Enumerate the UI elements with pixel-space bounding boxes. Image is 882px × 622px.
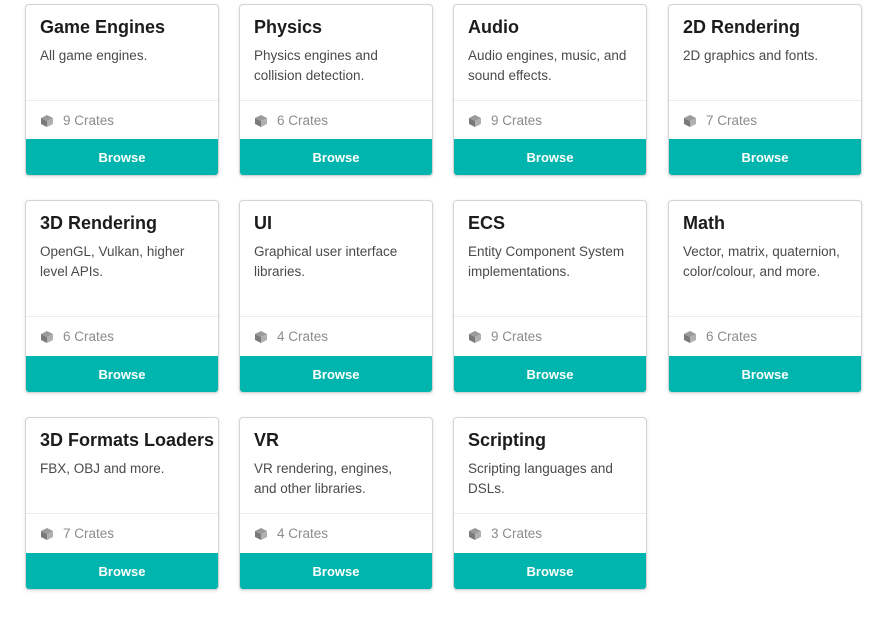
category-title: Math xyxy=(683,213,725,233)
cube-icon xyxy=(683,330,697,344)
cube-icon xyxy=(468,527,482,541)
crate-count: 9 Crates xyxy=(454,316,646,356)
crate-count: 3 Crates xyxy=(454,513,646,553)
cube-icon xyxy=(254,527,268,541)
browse-button[interactable]: Browse xyxy=(240,356,432,392)
browse-button[interactable]: Browse xyxy=(454,139,646,175)
category-description: All game engines. xyxy=(40,48,148,63)
category-title: 3D Rendering xyxy=(40,213,158,233)
browse-button[interactable]: Browse xyxy=(669,356,861,392)
category-description: Scripting languages and DSLs. xyxy=(468,461,613,496)
browse-button[interactable]: Browse xyxy=(669,139,861,175)
crate-count-label: 9 Crates xyxy=(63,113,115,128)
cube-icon xyxy=(40,527,54,541)
category-title: Game Engines xyxy=(40,17,166,37)
cube-icon xyxy=(40,114,54,128)
cube-icon xyxy=(468,330,482,344)
crate-count-label: 7 Crates xyxy=(706,113,758,128)
category-title: VR xyxy=(254,430,280,450)
category-title: Scripting xyxy=(468,430,547,450)
category-description: Vector, matrix, quaternion, color/colour… xyxy=(683,244,840,279)
crate-count-label: 6 Crates xyxy=(277,113,329,128)
crate-count-label: 6 Crates xyxy=(63,329,115,344)
cube-icon xyxy=(254,114,268,128)
category-title: Physics xyxy=(254,17,323,37)
crate-count-label: 7 Crates xyxy=(63,526,115,541)
crate-count: 7 Crates xyxy=(26,513,218,553)
cube-icon xyxy=(468,114,482,128)
crate-count: 6 Crates xyxy=(240,100,432,140)
category-card-vr: VR VR rendering, engines, and other libr… xyxy=(239,417,433,590)
category-description: OpenGL, Vulkan, higher level APIs. xyxy=(40,244,185,279)
category-title: Audio xyxy=(468,17,519,37)
cube-icon xyxy=(40,330,54,344)
category-description: VR rendering, engines, and other librari… xyxy=(254,461,393,496)
crate-count: 9 Crates xyxy=(26,100,218,140)
crate-count-label: 4 Crates xyxy=(277,329,329,344)
category-card-scripting: Scripting Scripting languages and DSLs. … xyxy=(453,417,647,590)
browse-button[interactable]: Browse xyxy=(454,553,646,589)
browse-button[interactable]: Browse xyxy=(240,553,432,589)
cube-icon xyxy=(254,330,268,344)
category-card-audio: Audio Audio engines, music, and sound ef… xyxy=(453,4,647,176)
category-description: Audio engines, music, and sound effects. xyxy=(468,48,627,83)
category-card-math: Math Vector, matrix, quaternion, color/c… xyxy=(668,200,862,393)
category-title: ECS xyxy=(468,213,506,233)
browse-button[interactable]: Browse xyxy=(26,553,218,589)
category-description: Physics engines and collision detection. xyxy=(254,48,378,83)
category-description: FBX, OBJ and more. xyxy=(40,461,165,476)
category-card-physics: Physics Physics engines and collision de… xyxy=(239,4,433,176)
category-description: Graphical user interface libraries. xyxy=(254,244,398,279)
crate-count: 4 Crates xyxy=(240,513,432,553)
cube-icon xyxy=(683,114,697,128)
crate-count: 6 Crates xyxy=(26,316,218,356)
category-title: 3D Formats Loaders xyxy=(40,430,215,450)
browse-button[interactable]: Browse xyxy=(26,356,218,392)
category-card-game-engines: Game Engines All game engines. 9 Crates … xyxy=(25,4,219,176)
crate-count: 7 Crates xyxy=(669,100,861,140)
category-card-3d-rendering: 3D Rendering OpenGL, Vulkan, higher leve… xyxy=(25,200,219,393)
browse-button[interactable]: Browse xyxy=(454,356,646,392)
category-title: 2D Rendering xyxy=(683,17,801,37)
crate-count-label: 9 Crates xyxy=(491,329,543,344)
crate-count-label: 3 Crates xyxy=(491,526,543,541)
crate-count-label: 6 Crates xyxy=(706,329,758,344)
browse-button[interactable]: Browse xyxy=(240,139,432,175)
crate-count: 6 Crates xyxy=(669,316,861,356)
category-card-ecs: ECS Entity Component System implementati… xyxy=(453,200,647,393)
crate-count-label: 4 Crates xyxy=(277,526,329,541)
category-card-3d-formats-loaders: 3D Formats Loaders FBX, OBJ and more. 7 … xyxy=(25,417,219,590)
category-description: Entity Component System implementations. xyxy=(468,244,625,279)
crate-count: 4 Crates xyxy=(240,316,432,356)
category-description: 2D graphics and fonts. xyxy=(683,48,819,63)
category-title: UI xyxy=(254,213,272,233)
category-card-ui: UI Graphical user interface libraries. 4… xyxy=(239,200,433,393)
browse-button[interactable]: Browse xyxy=(26,139,218,175)
crate-count-label: 9 Crates xyxy=(491,113,543,128)
category-card-2d-rendering: 2D Rendering 2D graphics and fonts. 7 Cr… xyxy=(668,4,862,176)
crate-count: 9 Crates xyxy=(454,100,646,140)
